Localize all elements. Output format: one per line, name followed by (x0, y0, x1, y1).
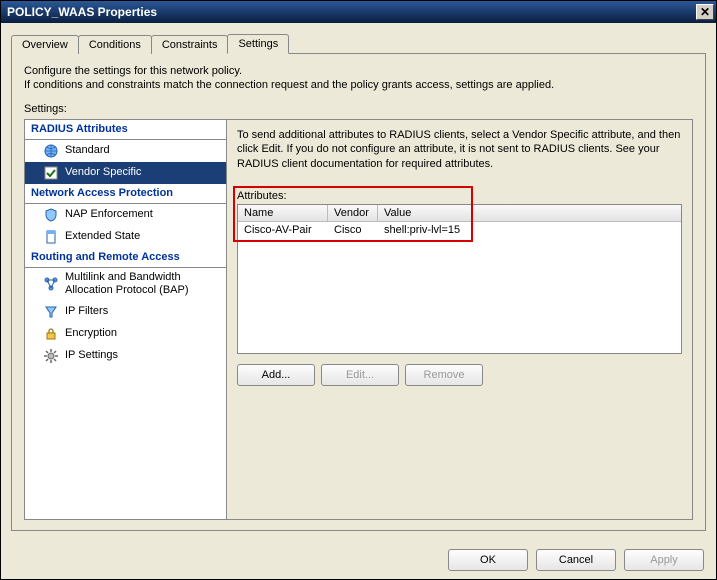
group-nap: Network Access Protection (25, 184, 226, 204)
apply-button[interactable]: Apply (624, 549, 704, 571)
add-button[interactable]: Add... (237, 364, 315, 386)
attributes-section: Attributes: Name Vendor Value Cisco-AV-P… (237, 190, 682, 386)
group-radius-attributes: RADIUS Attributes (25, 120, 226, 140)
sidebar-item-encryption[interactable]: Encryption (25, 323, 226, 345)
funnel-icon (43, 304, 59, 320)
sidebar: RADIUS Attributes Standard Vendor Specif… (25, 120, 227, 519)
tab-panel-settings: Configure the settings for this network … (11, 53, 706, 531)
tab-settings[interactable]: Settings (227, 34, 289, 54)
column-name[interactable]: Name (238, 205, 328, 221)
close-icon: ✕ (700, 6, 710, 18)
attributes-listview[interactable]: Name Vendor Value Cisco-AV-Pair Cisco sh… (237, 204, 682, 354)
gear-icon (43, 348, 59, 364)
sidebar-item-vendor-specific[interactable]: Vendor Specific (25, 162, 226, 184)
sidebar-item-label: Standard (65, 144, 110, 158)
check-icon (43, 165, 59, 181)
listview-header: Name Vendor Value (238, 205, 681, 222)
instructions: Configure the settings for this network … (24, 64, 693, 93)
document-icon (43, 229, 59, 245)
cell-vendor: Cisco (328, 222, 378, 238)
column-value[interactable]: Value (378, 205, 681, 221)
remove-button[interactable]: Remove (405, 364, 483, 386)
sidebar-item-multilink-bap[interactable]: Multilink and Bandwidth Allocation Proto… (25, 268, 226, 302)
sidebar-item-extended-state[interactable]: Extended State (25, 226, 226, 248)
instructions-line1: Configure the settings for this network … (24, 64, 693, 78)
attributes-label: Attributes: (237, 190, 682, 202)
column-vendor[interactable]: Vendor (328, 205, 378, 221)
split-body: RADIUS Attributes Standard Vendor Specif… (24, 119, 693, 520)
sidebar-item-label: IP Filters (65, 305, 108, 319)
globe-icon (43, 143, 59, 159)
instructions-line2: If conditions and constraints match the … (24, 78, 693, 92)
sidebar-item-ip-filters[interactable]: IP Filters (25, 301, 226, 323)
close-button[interactable]: ✕ (696, 4, 714, 20)
sidebar-item-label: Extended State (65, 230, 140, 244)
sidebar-item-ip-settings[interactable]: IP Settings (25, 345, 226, 367)
titlebar: POLICY_WAAS Properties ✕ (1, 1, 716, 23)
sidebar-item-nap-enforcement[interactable]: NAP Enforcement (25, 204, 226, 226)
shield-icon (43, 207, 59, 223)
cell-value: shell:priv-lvl=15 (378, 222, 681, 238)
cell-name: Cisco-AV-Pair (238, 222, 328, 238)
table-row[interactable]: Cisco-AV-Pair Cisco shell:priv-lvl=15 (238, 222, 681, 238)
tab-overview[interactable]: Overview (11, 35, 79, 54)
tab-constraints[interactable]: Constraints (151, 35, 229, 54)
settings-label: Settings: (24, 103, 693, 115)
properties-window: POLICY_WAAS Properties ✕ Overview Condit… (0, 0, 717, 580)
sidebar-item-label: Vendor Specific (65, 166, 141, 180)
dialog-footer: OK Cancel Apply (1, 541, 716, 579)
sidebar-item-label: Encryption (65, 327, 117, 341)
client-area: Overview Conditions Constraints Settings… (1, 23, 716, 541)
sidebar-item-standard[interactable]: Standard (25, 140, 226, 162)
sidebar-item-label: IP Settings (65, 349, 118, 363)
cancel-button[interactable]: Cancel (536, 549, 616, 571)
lock-icon (43, 326, 59, 342)
edit-button[interactable]: Edit... (321, 364, 399, 386)
sidebar-item-label: NAP Enforcement (65, 208, 153, 222)
sidebar-item-label: Multilink and Bandwidth Allocation Proto… (65, 271, 220, 299)
tab-conditions[interactable]: Conditions (78, 35, 152, 54)
tab-strip: Overview Conditions Constraints Settings (11, 31, 706, 53)
network-icon (43, 276, 59, 292)
attribute-buttons: Add... Edit... Remove (237, 364, 682, 386)
group-rras: Routing and Remote Access (25, 248, 226, 268)
ok-button[interactable]: OK (448, 549, 528, 571)
window-title: POLICY_WAAS Properties (7, 5, 696, 19)
vendor-specific-description: To send additional attributes to RADIUS … (237, 128, 682, 173)
right-pane: To send additional attributes to RADIUS … (227, 120, 692, 519)
